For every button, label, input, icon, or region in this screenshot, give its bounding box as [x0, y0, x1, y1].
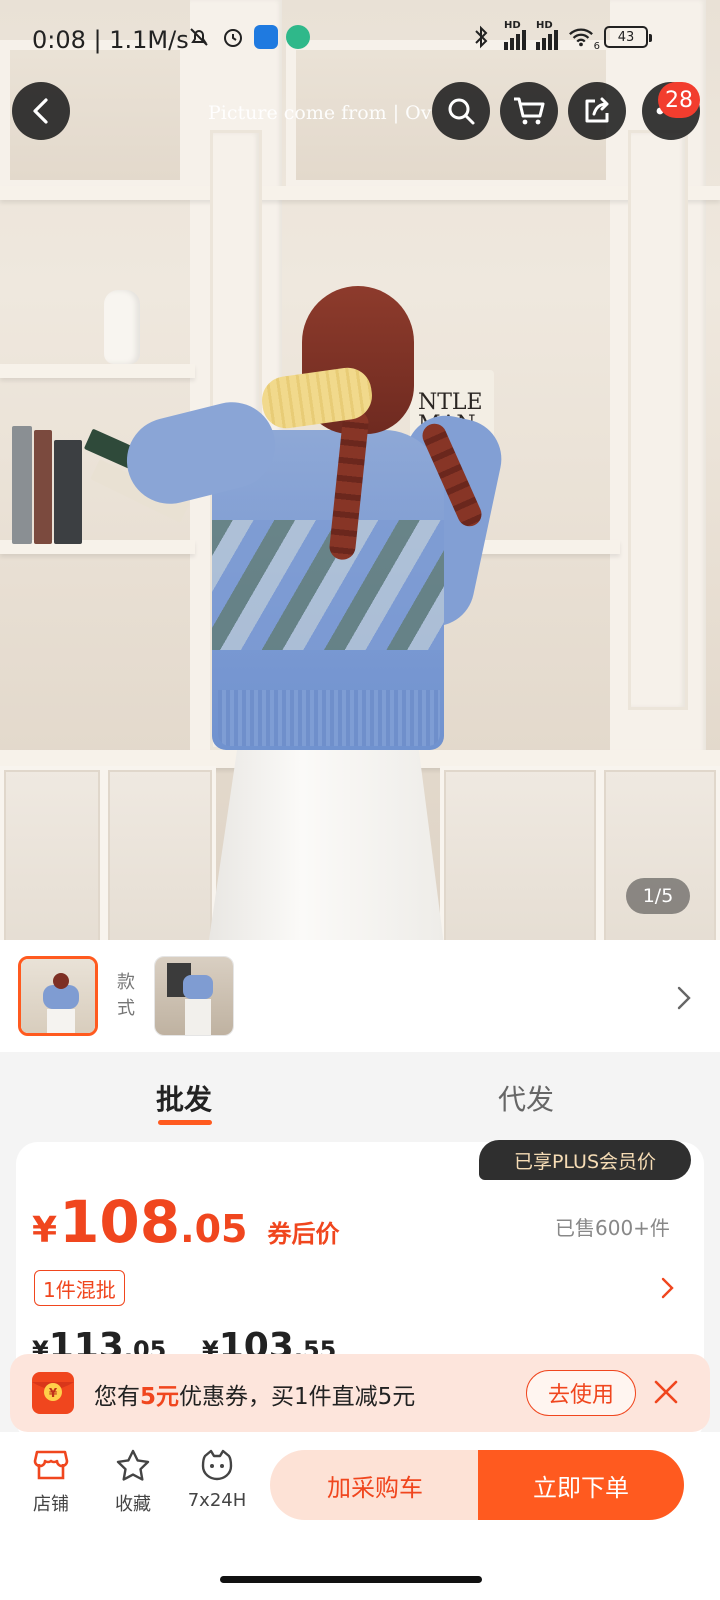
shelf	[0, 364, 195, 378]
book	[12, 426, 32, 544]
price: ¥ 108 .05 券后价	[32, 1188, 339, 1256]
book	[34, 430, 52, 544]
chat-bubble-icon	[201, 1449, 233, 1481]
price-integer: 108	[59, 1188, 181, 1256]
wifi-label: 6	[593, 41, 600, 52]
coupon-text: 您有5元优惠券，买1件直减5元	[94, 1377, 415, 1411]
coupon-amount: 5元	[140, 1384, 180, 1410]
share-icon	[585, 97, 609, 123]
shop-label: 店铺	[33, 1494, 69, 1515]
svg-text:¥: ¥	[49, 1386, 58, 1400]
style-thumbnail[interactable]	[154, 956, 234, 1036]
cabinet-door	[600, 766, 720, 960]
cabinet-door	[104, 766, 216, 960]
mixed-batch-tag: 1件混批	[34, 1270, 125, 1306]
search-button[interactable]	[432, 82, 490, 140]
signal-icon: HD	[536, 20, 558, 50]
purchase-mode-tabs: 批发 代发	[0, 1052, 720, 1144]
status-icons-right: HD HD 6 43	[468, 20, 652, 52]
signal-label: HD	[504, 20, 521, 31]
status-bar: 0:08 | 1.1M/s HD HD 6 43	[0, 0, 720, 80]
back-button[interactable]	[12, 82, 70, 140]
tab-wholesale[interactable]: 批发	[156, 1078, 212, 1118]
net-speed: | 1.1M/s	[93, 26, 189, 54]
chevron-left-icon	[33, 98, 48, 124]
image-counter: 1/5	[626, 878, 690, 914]
alarm-icon	[220, 24, 246, 50]
thumbnail-image	[155, 957, 233, 1035]
cabinet-door	[0, 766, 104, 960]
cart-button[interactable]	[500, 82, 558, 140]
battery-icon: 43	[604, 26, 652, 48]
close-coupon-button[interactable]	[652, 1378, 680, 1410]
chevron-right-icon	[661, 1277, 674, 1299]
cabinet-trim	[628, 130, 688, 710]
style-label: 款式	[117, 972, 135, 1019]
home-indicator[interactable]	[220, 1576, 482, 1583]
message-badge: 28	[658, 82, 700, 118]
style-thumbnails	[0, 940, 720, 1052]
status-time: 0:08 | 1.1M/s	[32, 26, 189, 54]
cabinet-door	[440, 766, 600, 960]
price-details-button[interactable]	[660, 1276, 674, 1304]
style-thumbnail-selected[interactable]	[18, 956, 98, 1036]
app-notification-icon	[286, 25, 310, 49]
signal-label: HD	[536, 20, 553, 31]
chevron-right-icon	[677, 986, 691, 1010]
buy-now-button[interactable]: 立即下单	[478, 1450, 684, 1520]
star-icon	[116, 1449, 150, 1481]
coupon-text-after: 优惠券，买1件直减5元	[179, 1384, 416, 1410]
shop-icon	[33, 1450, 69, 1480]
currency-symbol: ¥	[32, 1210, 58, 1251]
use-coupon-button[interactable]: 去使用	[526, 1370, 636, 1416]
search-icon	[448, 98, 475, 125]
favorite-label: 收藏	[115, 1494, 151, 1515]
after-coupon-label: 券后价	[267, 1220, 340, 1248]
favorite-button[interactable]: 收藏	[98, 1448, 168, 1516]
more-styles-button[interactable]	[676, 985, 692, 1015]
sold-count: 已售600+件	[555, 1216, 670, 1240]
tab-dropship[interactable]: 代发	[498, 1078, 554, 1118]
time-text: 0:08	[32, 26, 86, 54]
vase	[104, 290, 140, 364]
customer-service-button[interactable]: 7x24H	[182, 1448, 252, 1511]
red-envelope-icon: ¥	[30, 1368, 76, 1416]
service-label: 7x24H	[187, 1490, 247, 1511]
thumbnail-image	[21, 959, 95, 1033]
sweater-pattern	[212, 520, 444, 650]
sweater-hem	[218, 690, 440, 746]
tab-indicator	[158, 1120, 212, 1125]
shelf	[0, 186, 720, 200]
book	[54, 440, 82, 544]
share-button[interactable]	[568, 82, 626, 140]
mute-bell-icon	[186, 24, 212, 50]
signal-icon: HD	[504, 20, 526, 50]
add-to-cart-button[interactable]: 加采购车	[270, 1450, 480, 1520]
shop-button[interactable]: 店铺	[16, 1448, 86, 1516]
plus-member-tag: 已享PLUS会员价	[479, 1140, 691, 1180]
app-notification-icon	[254, 25, 278, 49]
cart-icon	[514, 97, 545, 125]
coupon-text-before: 您有	[94, 1384, 140, 1410]
close-icon	[654, 1380, 678, 1404]
bluetooth-icon	[468, 24, 494, 50]
wifi-icon: 6	[568, 24, 600, 52]
product-image[interactable]: NTLE MAN Picture come from | Ov 1/5	[0, 0, 720, 960]
battery-level: 43	[617, 29, 635, 45]
price-decimal: .05	[180, 1207, 248, 1251]
status-icons-left	[186, 24, 310, 50]
image-watermark: Picture come from | Ov	[208, 102, 432, 124]
